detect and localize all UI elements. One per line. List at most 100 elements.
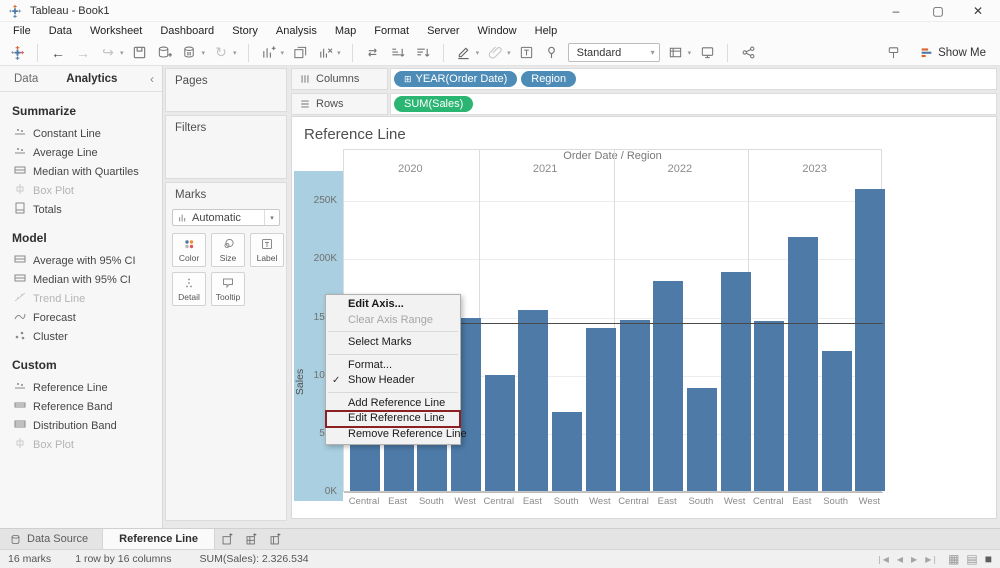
bar-2022-central[interactable] [620,320,650,491]
analytics-item-median-with-95-ci[interactable]: Median with 95% CI [0,270,162,289]
bar-2022-east[interactable] [653,281,683,492]
region-label-2023-east[interactable]: East [783,496,821,507]
sort-descending-icon[interactable] [414,44,432,62]
region-label-2023-west[interactable]: West [850,496,888,507]
bar-2021-south[interactable] [552,412,582,491]
minimize-button[interactable]: – [876,0,916,22]
tab-data[interactable]: Data [0,73,52,85]
marks-color-button[interactable]: Color [172,233,206,267]
new-dashboard-tab-button[interactable] [239,529,263,549]
bar-2022-south[interactable] [687,388,717,492]
maximize-button[interactable]: ▢ [918,0,958,22]
year-label-2023[interactable]: 2023 [785,163,845,175]
next-sheet-icon[interactable]: ▶ [911,555,917,564]
highlight-icon[interactable] [455,44,473,62]
region-label-2020-central[interactable]: Central [345,496,383,507]
pill-region[interactable]: Region [521,71,576,87]
region-label-2022-south[interactable]: South [682,496,720,507]
new-story-tab-button[interactable] [263,529,287,549]
cards-caret-icon[interactable]: ▾ [688,49,692,57]
region-label-2022-central[interactable]: Central [615,496,653,507]
bar-2021-west[interactable] [586,328,616,491]
fix-axes-icon[interactable] [543,44,561,62]
bar-2023-south[interactable] [822,351,852,491]
menu-dashboard[interactable]: Dashboard [151,25,223,37]
first-sheet-icon[interactable]: ❘◀ [876,555,889,564]
bar-2021-central[interactable] [485,375,515,491]
year-label-2021[interactable]: 2021 [515,163,575,175]
show-filmstrip-icon[interactable]: ▤ [966,552,977,566]
pill-sum-sales[interactable]: SUM(Sales) [394,96,473,112]
region-label-2021-south[interactable]: South [547,496,585,507]
share-icon[interactable] [739,44,757,62]
analytics-item-average-line[interactable]: Average Line [0,143,162,162]
context-menu-item-select-marks[interactable]: Select Marks [326,335,460,351]
redo-button[interactable]: → [74,44,92,62]
active-sheet-tab[interactable]: Reference Line [102,529,215,549]
analytics-item-forecast[interactable]: Forecast [0,308,162,327]
marks-detail-button[interactable]: Detail [172,272,206,306]
menu-format[interactable]: Format [365,25,418,37]
replay-icon[interactable]: ↪ [99,44,117,62]
highlight-caret-icon[interactable]: ▾ [476,49,480,57]
pause-caret-icon[interactable]: ▾ [202,49,206,57]
save-icon[interactable] [131,44,149,62]
analytics-item-reference-band[interactable]: Reference Band [0,397,162,416]
swap-rows-columns-icon[interactable] [364,44,382,62]
menu-server[interactable]: Server [418,25,468,37]
analytics-item-distribution-band[interactable]: Distribution Band [0,416,162,435]
group-members-icon[interactable] [486,44,504,62]
refresh-icon[interactable]: ↻ [212,44,230,62]
region-label-2020-south[interactable]: South [412,496,450,507]
new-worksheet-icon[interactable] [260,44,278,62]
fit-selector[interactable]: Standard▾ [568,43,660,62]
tableau-home-icon[interactable] [8,44,26,62]
presentation-mode-icon[interactable] [698,44,716,62]
pages-card[interactable]: Pages [165,68,287,112]
filters-card[interactable]: Filters [165,115,287,179]
analytics-item-totals[interactable]: Totals [0,200,162,219]
menu-analysis[interactable]: Analysis [267,25,326,37]
region-label-2021-west[interactable]: West [581,496,619,507]
pause-auto-updates-icon[interactable] [181,44,199,62]
bar-2023-east[interactable] [788,237,818,491]
new-worksheet-tab-button[interactable] [215,529,239,549]
region-label-2020-west[interactable]: West [446,496,484,507]
tab-analytics[interactable]: Analytics [52,73,131,85]
show-me-button[interactable]: Show Me [920,46,986,59]
bar-2022-west[interactable] [721,272,751,491]
expand-icon[interactable]: ⊞ [404,74,412,85]
menu-window[interactable]: Window [469,25,526,37]
refresh-caret-icon[interactable]: ▾ [233,49,237,57]
region-label-2022-west[interactable]: West [716,496,754,507]
rows-shelf[interactable]: SUM(Sales) [390,93,997,115]
new-worksheet-caret-icon[interactable]: ▾ [281,49,285,57]
duplicate-sheet-icon[interactable] [291,44,309,62]
mark-type-dropdown[interactable]: Automatic ▾ [172,209,280,226]
close-button[interactable]: ✕ [958,0,998,22]
collapse-sidebar-icon[interactable]: ‹ [150,72,154,86]
menu-data[interactable]: Data [40,25,81,37]
bar-2023-central[interactable] [754,321,784,491]
region-label-2023-south[interactable]: South [817,496,855,507]
undo-button[interactable]: ← [49,44,67,62]
new-data-source-icon[interactable] [156,44,174,62]
region-label-2020-east[interactable]: East [379,496,417,507]
analytics-item-constant-line[interactable]: Constant Line [0,124,162,143]
year-label-2022[interactable]: 2022 [650,163,710,175]
prev-sheet-icon[interactable]: ◀ [897,555,903,564]
menu-worksheet[interactable]: Worksheet [81,25,151,37]
marks-tooltip-button[interactable]: Tooltip [211,272,245,306]
region-label-2022-east[interactable]: East [648,496,686,507]
analytics-item-reference-line[interactable]: Reference Line [0,378,162,397]
last-sheet-icon[interactable]: ▶❘ [925,555,938,564]
region-label-2021-central[interactable]: Central [480,496,518,507]
menu-help[interactable]: Help [526,25,567,37]
menu-story[interactable]: Story [223,25,267,37]
marks-size-button[interactable]: Size [211,233,245,267]
show-tabs-icon[interactable]: ▦ [948,552,959,566]
region-label-2023-central[interactable]: Central [749,496,787,507]
year-label-2020[interactable]: 2020 [380,163,440,175]
marks-label-button[interactable]: Label [250,233,284,267]
data-source-tab[interactable]: Data Source [0,529,102,549]
